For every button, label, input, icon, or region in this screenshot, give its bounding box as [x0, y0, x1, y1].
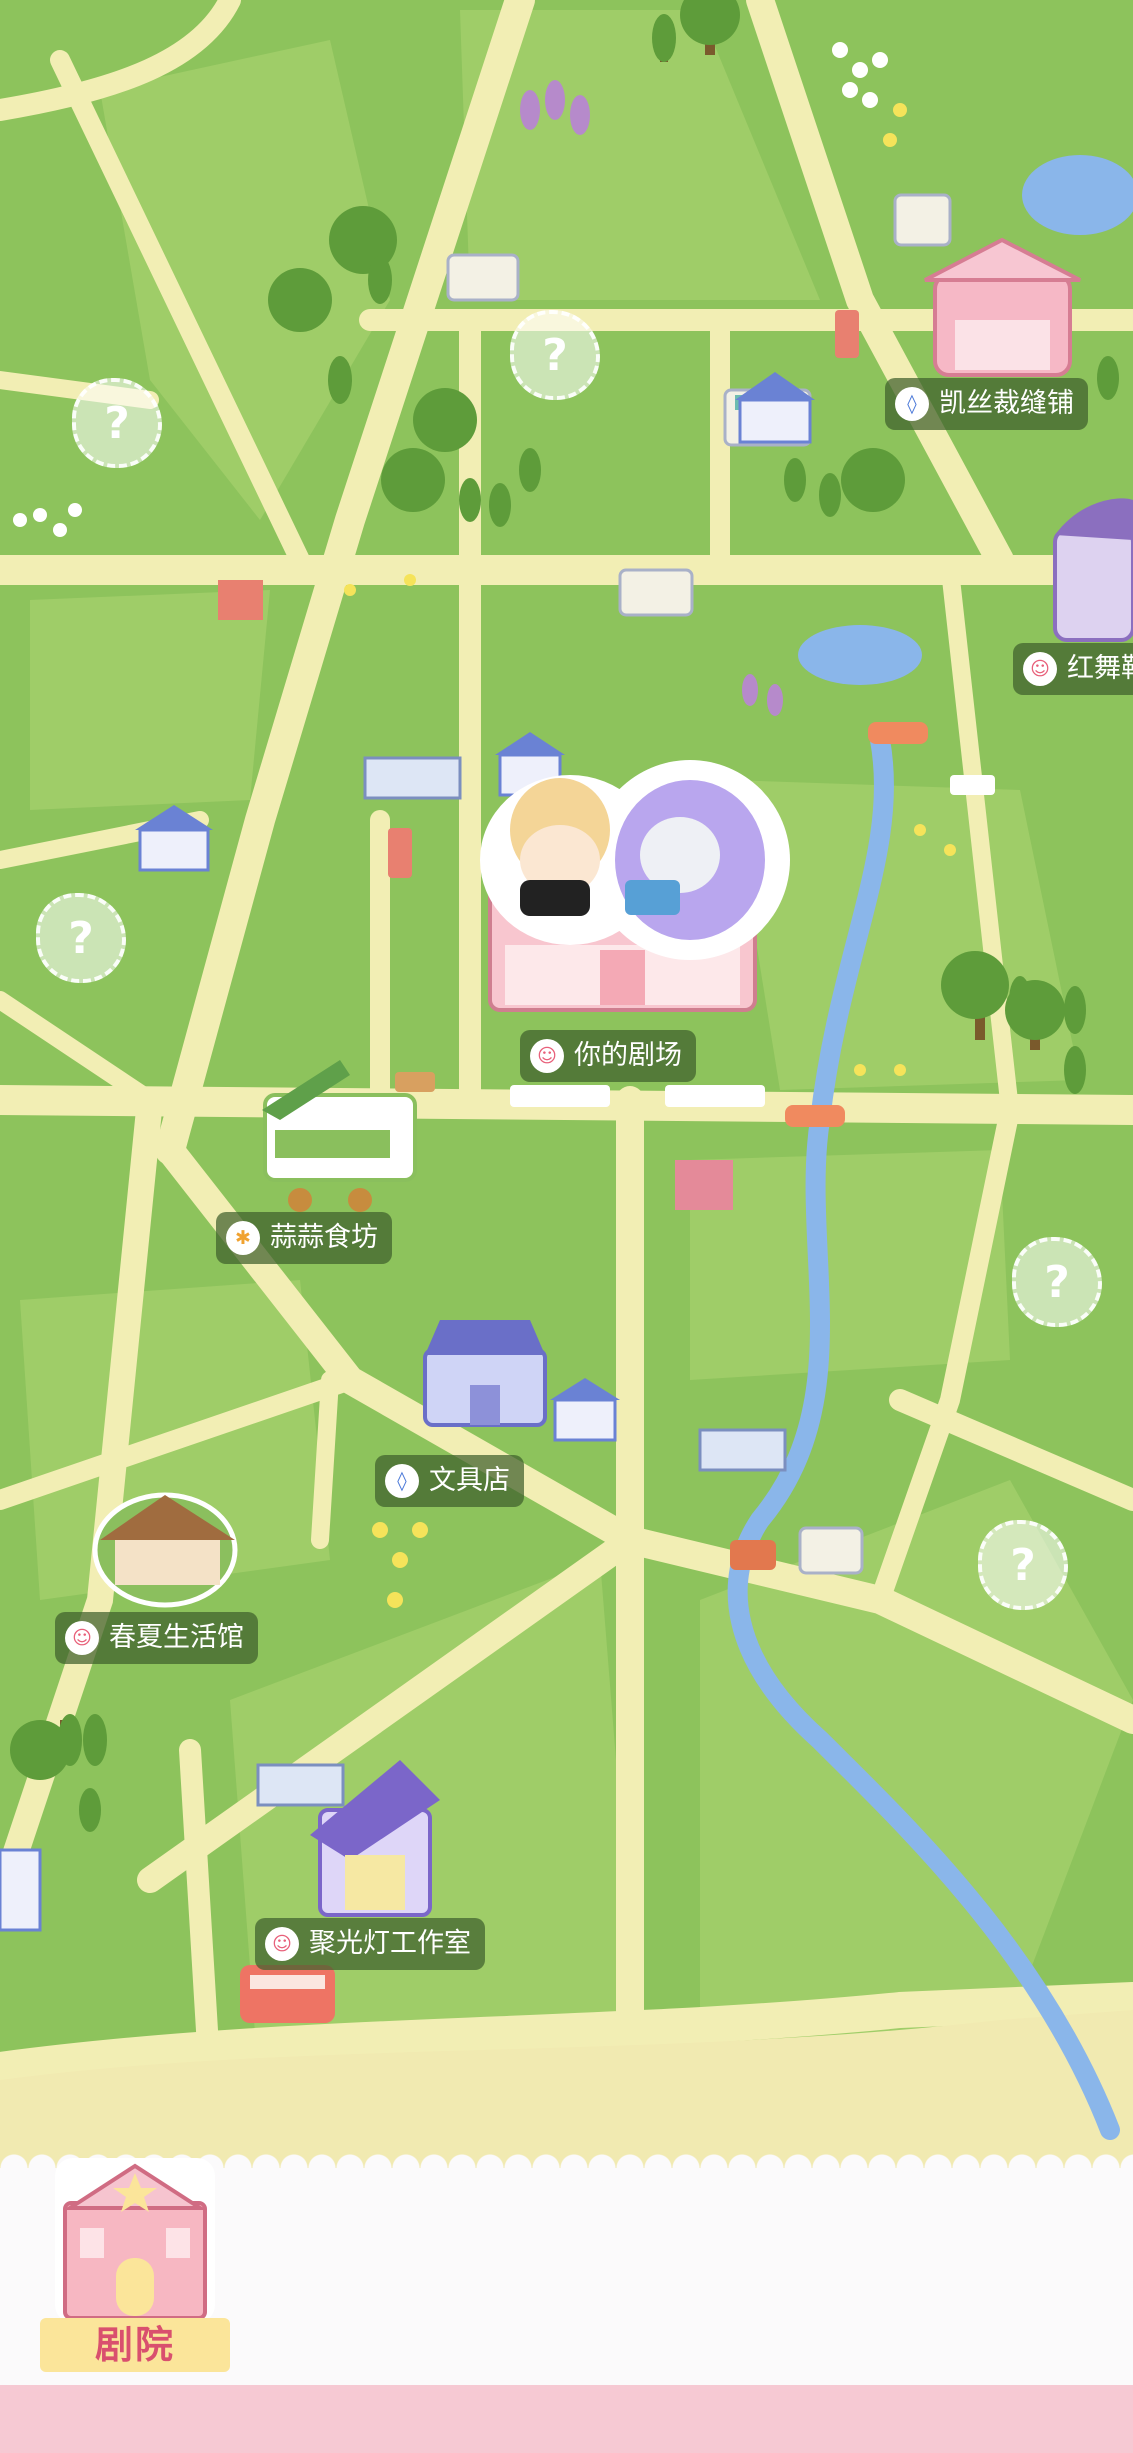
location-label-kaisi-tailor[interactable]: ◊ 凯丝裁缝铺 [885, 378, 1088, 430]
bottom-pink-strip [0, 2385, 1133, 2453]
location-name: 春夏生活馆 [109, 1622, 244, 1653]
location-label-red-dance-shoes[interactable]: ☺ 红舞鞋 [1013, 643, 1133, 695]
locked-location-marker[interactable]: ? [510, 310, 600, 400]
location-name: 文具店 [429, 1465, 510, 1496]
location-label-spotlight-studio[interactable]: ☺ 聚光灯工作室 [255, 1918, 485, 1970]
theater-mask-icon: ☺ [1023, 652, 1057, 686]
fork-knife-icon: ✱ [226, 1221, 260, 1255]
location-label-stationery-store[interactable]: ◊ 文具店 [375, 1455, 524, 1507]
location-name: 聚光灯工作室 [309, 1928, 471, 1959]
shop-bag-icon: ◊ [385, 1464, 419, 1498]
locked-location-marker[interactable]: ? [978, 1520, 1068, 1610]
theater-tab-button[interactable]: 剧院 [40, 2128, 230, 2388]
location-name: 你的剧场 [574, 1040, 682, 1071]
shop-bag-icon: ◊ [895, 387, 929, 421]
location-label-your-theater[interactable]: ☺ 你的剧场 [520, 1030, 696, 1082]
location-name: 红舞鞋 [1067, 653, 1133, 684]
location-name: 凯丝裁缝铺 [939, 388, 1074, 419]
theater-tab-label: 剧院 [40, 2318, 230, 2372]
locked-location-marker[interactable]: ? [72, 378, 162, 468]
theater-mask-icon: ☺ [265, 1927, 299, 1961]
theater-mask-icon: ☺ [65, 1621, 99, 1655]
location-label-spring-summer-hall[interactable]: ☺ 春夏生活馆 [55, 1612, 258, 1664]
locked-location-marker[interactable]: ? [1012, 1237, 1102, 1327]
location-label-suansuan-food[interactable]: ✱ 蒜蒜食坊 [216, 1212, 392, 1264]
locked-location-marker[interactable]: ? [36, 893, 126, 983]
theater-mask-icon: ☺ [530, 1039, 564, 1073]
theater-building-icon [55, 2158, 215, 2323]
location-name: 蒜蒜食坊 [270, 1222, 378, 1253]
